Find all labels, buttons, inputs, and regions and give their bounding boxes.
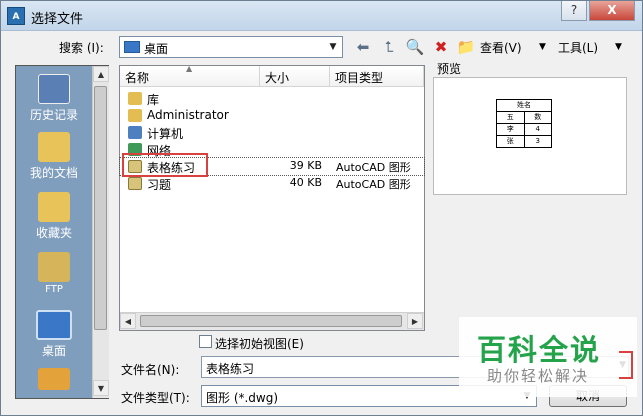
initial-view-checkbox[interactable] [199, 335, 212, 348]
places-scroll-thumb[interactable] [94, 86, 107, 330]
column-type[interactable]: 项目类型 [330, 66, 424, 87]
list-item[interactable]: 库 [120, 90, 424, 107]
filename-label: 文件名(N): [121, 363, 180, 377]
preview-label: 预览 [437, 62, 462, 76]
place-desktop[interactable]: 桌面 [16, 310, 92, 359]
preview-table: 姓名 五数 李4 张3 [496, 99, 552, 148]
view-dropdown-icon[interactable]: ▼ [539, 42, 546, 52]
place-more[interactable] [16, 368, 92, 392]
column-name[interactable]: 名称 ▲ [120, 64, 260, 87]
item-name: Administrator [147, 108, 229, 122]
watermark-sub-text: 助你轻松解决 [487, 367, 590, 385]
place-history[interactable]: 历史记录 [16, 74, 92, 123]
list-item[interactable]: Administrator [120, 107, 424, 124]
item-name: 库 [147, 93, 160, 107]
place-ftp-label: FTP [45, 284, 63, 295]
tools-dropdown-icon[interactable]: ▼ [615, 42, 622, 52]
file-list-hscrollbar[interactable]: ◀ ▶ [120, 312, 424, 330]
search-web-icon[interactable]: 🔍 [405, 37, 425, 57]
preview-cell: 4 [523, 123, 552, 136]
preview-cell: 数 [523, 111, 552, 124]
column-size-label: 大小 [265, 71, 290, 85]
filetype-label: 文件类型(T): [121, 391, 190, 405]
item-name: 计算机 [147, 127, 184, 141]
place-my-documents[interactable]: 我的文档 [16, 132, 92, 181]
back-arrow-icon[interactable]: ⬅ [353, 37, 373, 57]
computer-icon [128, 126, 142, 139]
new-folder-icon[interactable]: 📁 [456, 37, 476, 57]
dwg-file-icon [128, 177, 142, 190]
chevron-down-icon[interactable]: ▼ [325, 38, 341, 56]
location-combo[interactable]: 桌面 ▼ [119, 36, 343, 58]
up-folder-icon[interactable]: ⮤ [379, 37, 399, 57]
ftp-icon [38, 252, 70, 282]
favorites-folder-icon [38, 192, 70, 222]
places-bar: 历史记录 我的文档 收藏夹 FTP 桌面 ▲ ▼ [15, 65, 109, 399]
sort-ascending-icon: ▲ [186, 64, 193, 73]
highlight-annotation-edge [619, 351, 633, 379]
view-menu[interactable]: 查看(V) [480, 39, 522, 56]
preview-cell: 张 [496, 135, 525, 148]
scroll-up-icon[interactable]: ▲ [93, 66, 109, 82]
initial-view-label: 选择初始视图(E) [215, 337, 304, 351]
place-favorites[interactable]: 收藏夹 [16, 192, 92, 241]
places-scrollbar[interactable]: ▲ ▼ [92, 66, 109, 398]
place-ftp[interactable]: FTP [16, 252, 92, 295]
highlight-annotation [122, 153, 208, 177]
item-size: 39 KB [289, 159, 322, 172]
scroll-right-icon[interactable]: ▶ [407, 313, 423, 329]
preview-table-header: 姓名 [496, 99, 552, 112]
place-my-documents-label: 我的文档 [29, 166, 78, 180]
library-icon [128, 92, 142, 105]
item-name: 习题 [147, 178, 172, 192]
preview-cell: 3 [523, 135, 552, 148]
file-list: 名称 ▲ 大小 项目类型 库 Administrator 计算机 网络 表格练习 [119, 64, 425, 331]
filename-value: 表格练习 [206, 362, 255, 376]
help-button[interactable]: ? [561, 1, 587, 21]
item-type: AutoCAD 图形 [336, 161, 411, 174]
file-list-scroll-thumb[interactable] [140, 315, 402, 327]
history-icon [38, 74, 70, 104]
close-button[interactable]: X [589, 1, 635, 21]
preview-cell: 李 [496, 123, 525, 136]
desktop-monitor-icon [36, 310, 72, 340]
column-size[interactable]: 大小 [260, 66, 330, 87]
title-bar: A 选择文件 ? X [1, 1, 642, 31]
autocad-app-icon: A [7, 7, 25, 25]
place-favorites-label: 收藏夹 [35, 226, 72, 240]
search-label: 搜索 (I): [59, 41, 104, 55]
watermark-main-text: 百科全说 [477, 333, 602, 367]
watermark: 百科全说 助你轻松解决 [459, 317, 637, 397]
preview-cell: 五 [496, 111, 525, 124]
delete-icon[interactable]: ✖ [431, 37, 451, 57]
filetype-value: 图形 (*.dwg) [206, 391, 279, 405]
desktop-icon [124, 41, 140, 53]
item-type: AutoCAD 图形 [336, 178, 411, 191]
documents-folder-icon [38, 132, 70, 162]
place-desktop-label: 桌面 [41, 344, 66, 358]
folder-icon [38, 368, 70, 390]
tools-menu[interactable]: 工具(L) [558, 39, 598, 56]
preview-pane: 姓名 五数 李4 张3 [433, 77, 627, 195]
list-item[interactable]: 计算机 [120, 124, 424, 141]
item-size: 40 KB [289, 176, 322, 189]
dialog-title: 选择文件 [31, 12, 84, 27]
column-type-label: 项目类型 [335, 71, 384, 85]
column-name-label: 名称 [125, 71, 150, 85]
scroll-left-icon[interactable]: ◀ [120, 313, 136, 329]
file-dialog: A 选择文件 ? X 搜索 (I): 桌面 ▼ ⬅ ⮤ 🔍 ✖ 📁 查看(V) … [0, 0, 643, 416]
scroll-down-icon[interactable]: ▼ [93, 380, 109, 396]
place-history-label: 历史记录 [29, 108, 78, 122]
location-value: 桌面 [144, 42, 169, 56]
list-item[interactable]: 习题 40 KB AutoCAD 图形 [120, 175, 424, 192]
user-folder-icon [128, 109, 142, 122]
